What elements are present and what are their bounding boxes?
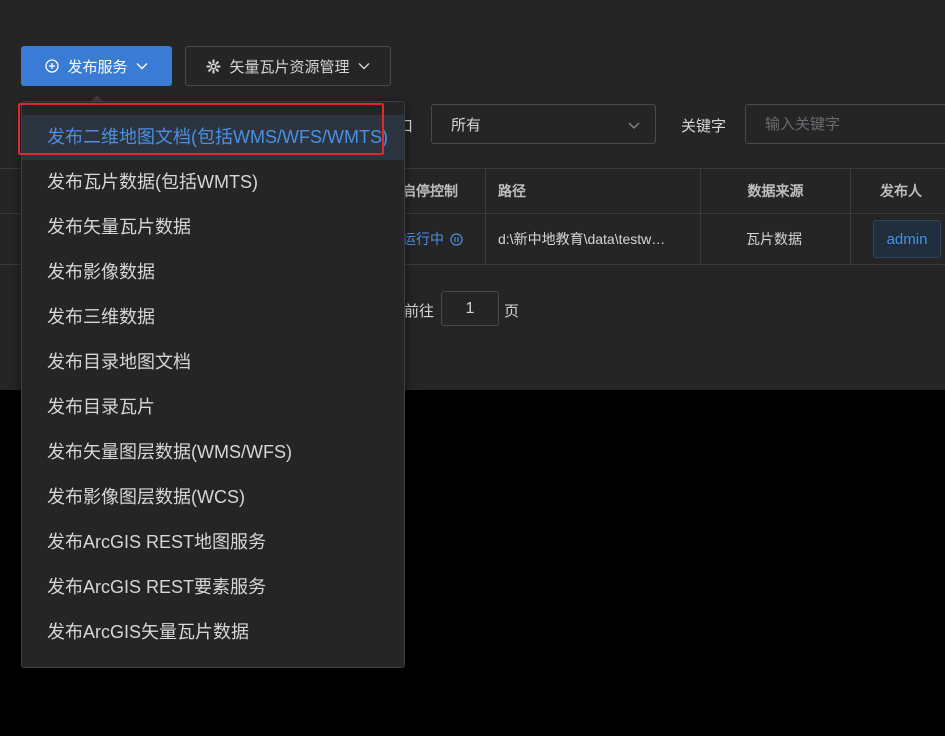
path-cell: d:\新中地教育\data\testw…	[486, 214, 701, 264]
publish-service-button[interactable]: 发布服务	[21, 46, 172, 86]
publisher-badge[interactable]: admin	[873, 220, 941, 258]
page-jump-input[interactable]	[441, 291, 499, 326]
publish-menu-list: 发布二维地图文档(包括WMS/WFS/WMTS) 发布瓦片数据(包括WMTS) 发布…	[22, 115, 404, 655]
menu-item[interactable]: 发布目录瓦片	[22, 385, 404, 430]
gear-icon	[206, 58, 222, 74]
source-cell: 瓦片数据	[701, 214, 851, 264]
menu-item[interactable]: 发布矢量图层数据(WMS/WFS)	[22, 430, 404, 475]
keyword-input[interactable]	[745, 104, 945, 144]
chevron-down-icon	[136, 62, 148, 70]
chevron-down-icon	[627, 118, 641, 132]
chevron-down-icon	[358, 62, 370, 70]
menu-item[interactable]: 发布二维地图文档(包括WMS/WFS/WMTS)	[22, 115, 404, 160]
menu-item[interactable]: 发布ArcGIS REST要素服务	[22, 565, 404, 610]
publisher-cell: admin	[851, 214, 945, 264]
vector-tile-manage-button[interactable]: 矢量瓦片资源管理	[185, 46, 391, 86]
header-path: 路径	[486, 169, 701, 213]
publish-dropdown-menu: 发布二维地图文档(包括WMS/WFS/WMTS) 发布瓦片数据(包括WMTS) 发布…	[21, 101, 405, 668]
header-publisher: 发布人	[880, 183, 922, 199]
publish-service-label: 发布服务	[67, 58, 128, 76]
plus-circle-icon	[45, 59, 60, 73]
pause-circle-icon	[450, 232, 463, 246]
pager-goto-label: 前往	[404, 303, 435, 320]
status-select-value: 所有	[451, 116, 482, 134]
menu-item[interactable]: 发布ArcGIS REST地图服务	[22, 520, 404, 565]
status-select[interactable]: 所有	[431, 104, 656, 144]
header-start-stop: 启停控制	[398, 169, 486, 213]
menu-item[interactable]: 发布影像数据	[22, 250, 404, 295]
status-text: 运行中	[402, 231, 444, 247]
menu-item[interactable]: 发布矢量瓦片数据	[22, 205, 404, 250]
pager-page-suffix: 页	[504, 303, 520, 320]
vector-tile-manage-label: 矢量瓦片资源管理	[229, 58, 350, 76]
header-source: 数据来源	[701, 169, 851, 213]
menu-item[interactable]: 发布影像图层数据(WCS)	[22, 475, 404, 520]
menu-item[interactable]: 发布目录地图文档	[22, 340, 404, 385]
status-toggle[interactable]: 运行中	[402, 229, 463, 249]
menu-item[interactable]: 发布ArcGIS矢量瓦片数据	[22, 610, 404, 655]
menu-item[interactable]: 发布三维数据	[22, 295, 404, 340]
menu-item[interactable]: 发布瓦片数据(包括WMTS)	[22, 160, 404, 205]
keyword-label: 关键字	[681, 118, 727, 135]
status-cell: 运行中	[398, 214, 486, 264]
